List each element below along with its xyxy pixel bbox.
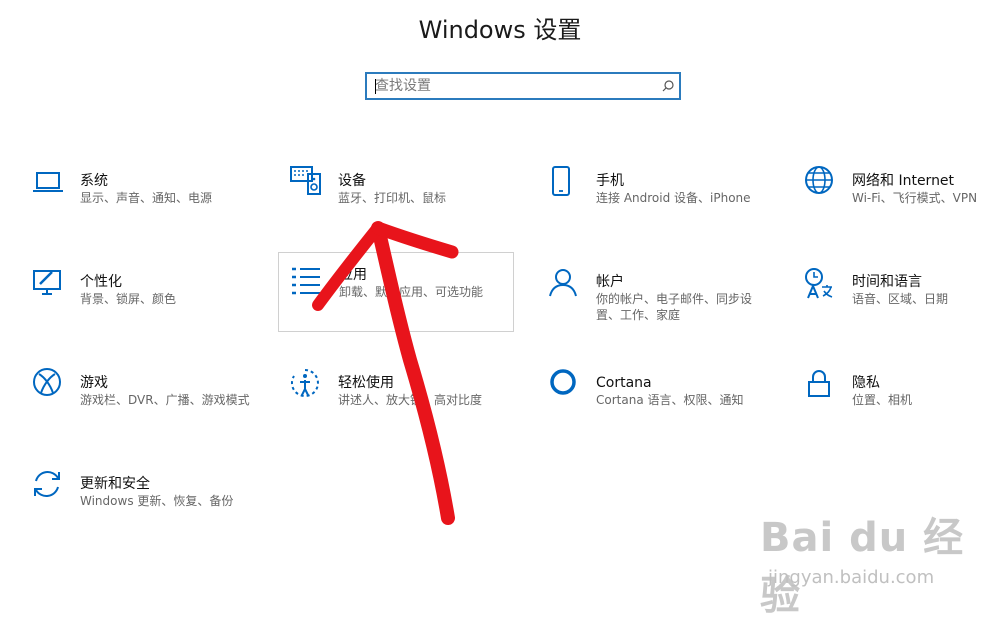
xbox-icon: [32, 368, 68, 404]
tile-gaming[interactable]: 游戏 游戏栏、DVR、广播、游戏模式: [32, 368, 262, 424]
watermark-url: jingyan.baidu.com: [768, 567, 935, 588]
keyboard-speaker-icon: [290, 166, 326, 202]
tile-update-security[interactable]: 更新和安全 Windows 更新、恢复、备份: [32, 469, 262, 525]
paint-monitor-icon: [32, 267, 68, 303]
tile-desc: Cortana 语言、权限、通知: [596, 393, 744, 407]
search-box[interactable]: [365, 72, 681, 100]
tile-apps[interactable]: 应用 卸载、默认应用、可选功能: [278, 252, 514, 332]
tile-desc: 卸载、默认应用、可选功能: [339, 285, 484, 299]
tile-name: 隐私: [852, 375, 880, 391]
page-title: Windows 设置: [418, 16, 582, 44]
cortana-icon: [548, 368, 584, 404]
tile-privacy[interactable]: 隐私 位置、相机: [804, 368, 994, 424]
apps-list-icon: [291, 266, 327, 302]
tile-name: 手机: [596, 173, 624, 189]
tile-desc: Wi-Fi、飞行模式、VPN: [852, 191, 978, 205]
tile-devices[interactable]: 设备 蓝牙、打印机、鼠标: [290, 166, 520, 222]
tile-desc: Windows 更新、恢复、备份: [80, 494, 234, 508]
tile-network[interactable]: 网络和 Internet Wi-Fi、飞行模式、VPN: [804, 166, 994, 222]
tile-desc: 背景、锁屏、颜色: [80, 292, 177, 306]
tile-name: 帐户: [596, 274, 624, 290]
phone-icon: [548, 166, 584, 202]
tile-desc: 游戏栏、DVR、广播、游戏模式: [80, 393, 250, 407]
tile-desc: 蓝牙、打印机、鼠标: [338, 191, 447, 205]
tile-desc: 显示、声音、通知、电源: [80, 191, 213, 205]
tile-name: 更新和安全: [80, 476, 150, 492]
tile-name: 网络和 Internet: [852, 173, 955, 189]
tile-name: 系统: [80, 173, 108, 189]
ease-of-access-icon: [290, 368, 326, 404]
watermark-logo: Bai du 经验: [760, 515, 965, 619]
tile-name: 游戏: [80, 375, 108, 391]
tile-time-language[interactable]: 时间和语言 语音、区域、日期: [804, 267, 994, 323]
tile-name: 设备: [338, 173, 366, 189]
tile-name: 个性化: [80, 274, 122, 290]
tile-name: Cortana: [596, 375, 652, 391]
tile-personalization[interactable]: 个性化 背景、锁屏、颜色: [32, 267, 262, 323]
tile-name: 轻松使用: [338, 375, 394, 391]
person-icon: [548, 267, 584, 303]
time-language-icon: [804, 267, 840, 303]
tile-desc: 连接 Android 设备、iPhone: [596, 191, 751, 205]
tile-desc: 你的帐户、电子邮件、同步设置、工作、家庭: [596, 292, 753, 322]
laptop-icon: [32, 166, 68, 202]
sync-icon: [32, 469, 68, 505]
tile-ease-of-access[interactable]: 轻松使用 讲述人、放大镜、高对比度: [290, 368, 520, 424]
tile-desc: 讲述人、放大镜、高对比度: [338, 393, 483, 407]
tile-desc: 语音、区域、日期: [852, 292, 949, 306]
tile-phone[interactable]: 手机 连接 Android 设备、iPhone: [548, 166, 778, 222]
tile-system[interactable]: 系统 显示、声音、通知、电源: [32, 166, 262, 222]
lock-icon: [804, 368, 840, 404]
search-icon[interactable]: [657, 75, 679, 97]
tile-name: 应用: [339, 267, 367, 283]
tile-desc: 位置、相机: [852, 393, 913, 407]
baidu-watermark: Bai du 经验 jingyan.baidu.com: [760, 505, 1000, 619]
search-input[interactable]: [373, 74, 657, 98]
tile-name: 时间和语言: [852, 274, 922, 290]
tile-cortana[interactable]: Cortana Cortana 语言、权限、通知: [548, 368, 778, 424]
tile-accounts[interactable]: 帐户 你的帐户、电子邮件、同步设置、工作、家庭: [548, 267, 778, 323]
globe-icon: [804, 166, 840, 202]
text-cursor: [375, 79, 376, 94]
